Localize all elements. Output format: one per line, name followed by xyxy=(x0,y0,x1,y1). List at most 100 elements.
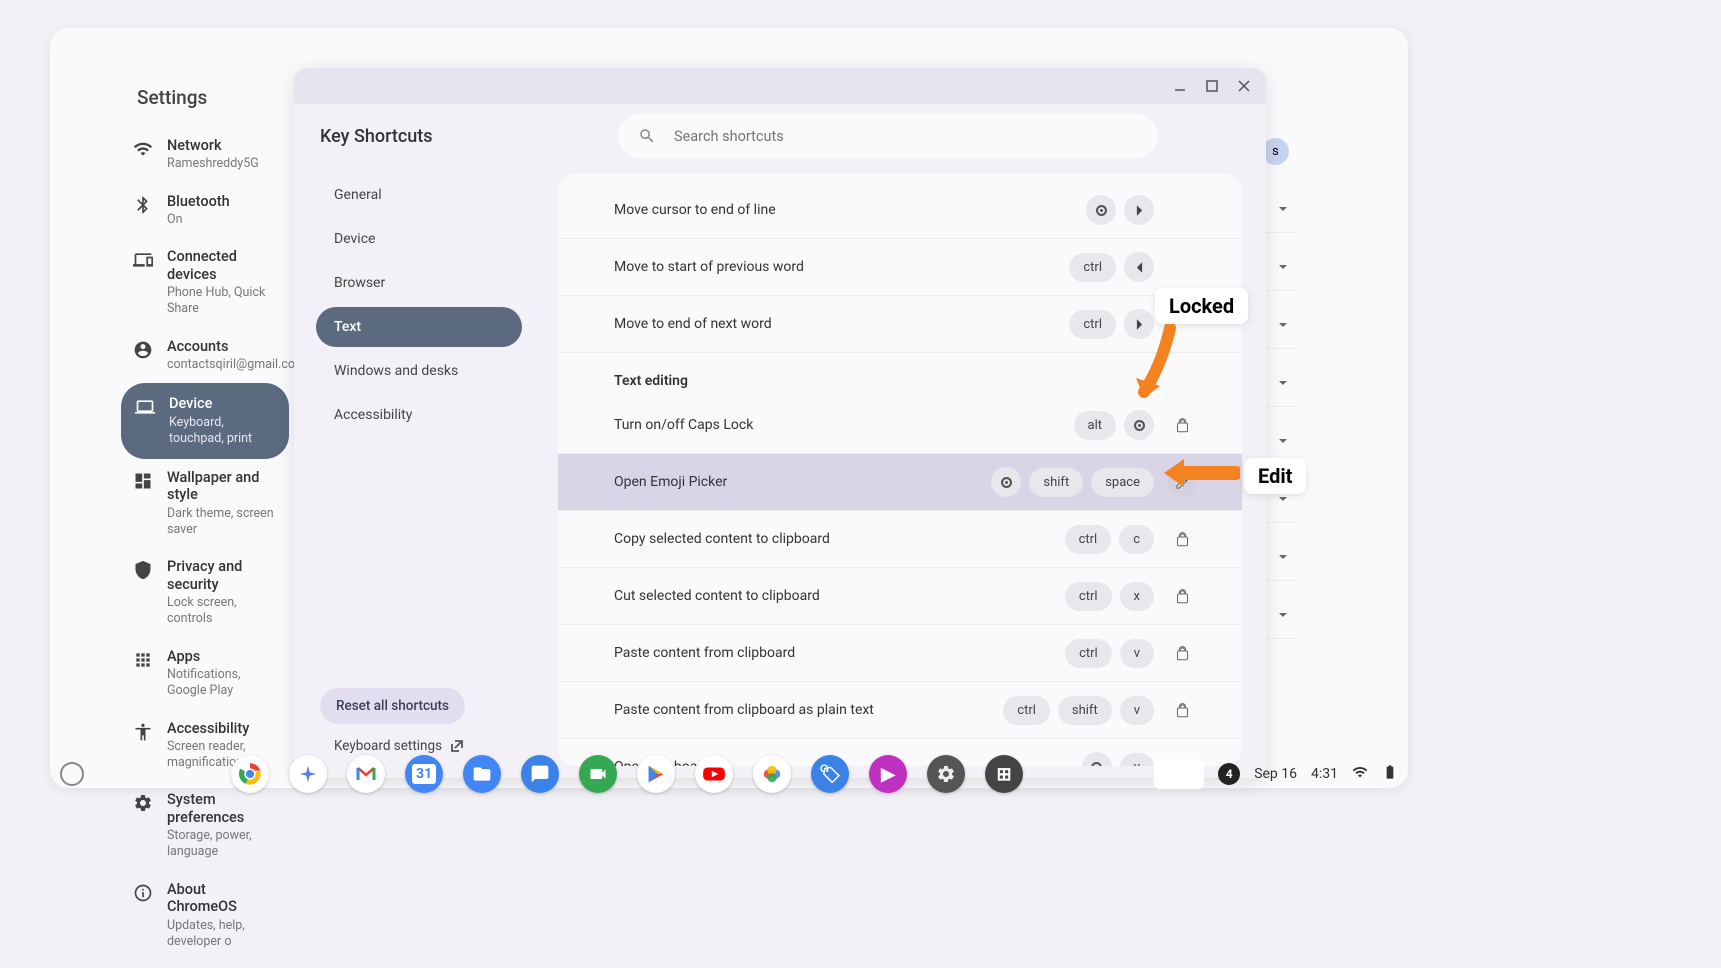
shortcut-row[interactable]: Copy selected content to clipboard ctrlc xyxy=(558,511,1242,568)
shortcut-keys: ctrlc xyxy=(1065,525,1154,554)
shortcut-label: Copy selected content to clipboard xyxy=(614,531,1065,547)
nav-sublabel: Keyboard, touchpad, print xyxy=(169,415,275,448)
shortcut-keys: ctrlx xyxy=(1065,582,1154,611)
shortcut-row[interactable]: Turn on/off Caps Lock alt xyxy=(558,397,1242,454)
nav-label: Network xyxy=(167,137,259,154)
shortcut-keys xyxy=(1086,195,1154,225)
settings-title: Settings xyxy=(115,68,295,127)
shortcut-keys: alt xyxy=(1074,410,1155,440)
shortcut-keys: shiftspace xyxy=(991,467,1154,497)
nav-sublabel: Dark theme, screen saver xyxy=(167,506,277,539)
key-ctrl: ctrl xyxy=(1069,253,1116,282)
settings-nav-about[interactable]: About ChromeOS Updates, help, developer … xyxy=(121,871,289,960)
background-dropdown xyxy=(1262,533,1296,581)
category-browser[interactable]: Browser xyxy=(316,263,522,303)
nav-label: Bluetooth xyxy=(167,193,230,210)
shelf-app-photos[interactable] xyxy=(753,755,791,793)
shortcuts-title: Key Shortcuts xyxy=(316,126,522,147)
holding-space-icon[interactable] xyxy=(1154,759,1204,789)
key-shift: shift xyxy=(1029,468,1083,497)
shelf-app-camera[interactable] xyxy=(579,755,617,793)
status-tray[interactable]: 4 Sep 16 4:31 xyxy=(1154,759,1398,789)
background-dropdown xyxy=(1262,243,1296,291)
shelf-app-settings[interactable] xyxy=(927,755,965,793)
key-ctrl: ctrl xyxy=(1003,696,1050,725)
settings-nav-accounts[interactable]: Accounts contactsqiril@gmail.com xyxy=(121,328,289,384)
shortcut-row[interactable]: Paste content from clipboard as plain te… xyxy=(558,682,1242,739)
settings-nav-wallpaper[interactable]: Wallpaper and style Dark theme, screen s… xyxy=(121,459,289,548)
privacy-icon xyxy=(133,560,153,580)
settings-nav-apps[interactable]: Apps Notifications, Google Play xyxy=(121,638,289,710)
accounts-icon xyxy=(133,340,153,360)
key-v: v xyxy=(1120,696,1154,725)
background-dropdown xyxy=(1262,301,1296,349)
settings-nav-connected[interactable]: Connected devices Phone Hub, Quick Share xyxy=(121,238,289,327)
shelf-app-gemini[interactable] xyxy=(289,755,327,793)
nav-sublabel: Rameshreddy5G xyxy=(167,156,259,172)
status-time: 4:31 xyxy=(1311,766,1338,782)
shortcut-label: Move cursor to end of line xyxy=(614,202,1086,218)
key-ctrl: ctrl xyxy=(1065,639,1112,668)
category-general[interactable]: General xyxy=(316,175,522,215)
category-windows-and-desks[interactable]: Windows and desks xyxy=(316,351,522,391)
shortcut-row[interactable]: Move to start of previous word ctrl xyxy=(558,239,1242,296)
settings-nav-bluetooth[interactable]: Bluetooth On xyxy=(121,183,289,239)
network-icon xyxy=(133,139,153,159)
shelf-app-calendar[interactable]: 31 xyxy=(405,755,443,793)
shelf-app-youtube[interactable] xyxy=(695,755,733,793)
shortcut-label: Turn on/off Caps Lock xyxy=(614,417,1074,433)
shortcut-label: Open Emoji Picker xyxy=(614,474,991,490)
settings-nav-device[interactable]: Device Keyboard, touchpad, print xyxy=(121,383,289,459)
category-accessibility[interactable]: Accessibility xyxy=(316,395,522,435)
nav-sublabel: Notifications, Google Play xyxy=(167,667,277,700)
minimize-button[interactable] xyxy=(1166,72,1194,100)
category-device[interactable]: Device xyxy=(316,219,522,259)
search-input[interactable] xyxy=(674,128,1138,145)
nav-label: About ChromeOS xyxy=(167,881,277,916)
key-shortcuts-window: Key Shortcuts GeneralDeviceBrowserTextWi… xyxy=(294,68,1266,778)
shelf-app-app2[interactable]: ▶ xyxy=(869,755,907,793)
maximize-button[interactable] xyxy=(1198,72,1226,100)
shortcut-row[interactable]: Move cursor to end of line xyxy=(558,182,1242,239)
reset-all-shortcuts-button[interactable]: Reset all shortcuts xyxy=(320,688,465,724)
nav-sublabel: Updates, help, developer o xyxy=(167,918,277,951)
shortcut-row[interactable]: Cut selected content to clipboard ctrlx xyxy=(558,568,1242,625)
shelf-app-messages[interactable] xyxy=(521,755,559,793)
notification-count-badge[interactable]: 4 xyxy=(1218,763,1240,785)
right-arrow-key-icon xyxy=(1124,195,1154,225)
shortcut-keys: ctrlshiftv xyxy=(1003,696,1154,725)
settings-nav-network[interactable]: Network Rameshreddy5G xyxy=(121,127,289,183)
shelf-app-app1[interactable]: 🏷 xyxy=(811,755,849,793)
shelf-app-app3[interactable]: ⊞ xyxy=(985,755,1023,793)
shelf: 31 🏷 ▶ ⊞ 4 Sep 16 4:31 xyxy=(50,750,1408,798)
lock-icon xyxy=(1167,695,1197,725)
nav-label: Apps xyxy=(167,648,277,665)
lock-icon xyxy=(1167,410,1197,440)
shortcut-label: Cut selected content to clipboard xyxy=(614,588,1065,604)
category-text[interactable]: Text xyxy=(316,307,522,347)
shortcut-keys: ctrl xyxy=(1069,252,1154,282)
close-button[interactable] xyxy=(1230,72,1258,100)
lock-icon xyxy=(1167,524,1197,554)
shelf-app-chrome[interactable] xyxy=(231,755,269,793)
key-alt: alt xyxy=(1074,411,1117,440)
nav-label: Device xyxy=(169,395,275,412)
device-icon xyxy=(135,397,155,417)
shelf-app-files[interactable] xyxy=(463,755,501,793)
connected-icon xyxy=(133,250,153,270)
nav-label: Connected devices xyxy=(167,248,277,283)
shelf-app-play[interactable] xyxy=(637,755,675,793)
settings-nav-privacy[interactable]: Privacy and security Lock screen, contro… xyxy=(121,548,289,637)
shelf-app-gmail[interactable] xyxy=(347,755,385,793)
key-ctrl: ctrl xyxy=(1065,582,1112,611)
annotation-arrow-edit xyxy=(1162,455,1240,491)
shortcut-label: Paste content from clipboard as plain te… xyxy=(614,702,1003,718)
shortcut-row[interactable]: Open Emoji Picker shiftspace xyxy=(558,454,1242,511)
nav-label: Privacy and security xyxy=(167,558,277,593)
search-field[interactable] xyxy=(618,114,1158,158)
launcher-button[interactable] xyxy=(60,762,84,786)
shortcut-row[interactable]: Paste content from clipboard ctrlv xyxy=(558,625,1242,682)
nav-sublabel: contactsqiril@gmail.com xyxy=(167,357,277,373)
key-ctrl: ctrl xyxy=(1069,310,1116,339)
nav-label: Accessibility xyxy=(167,720,277,737)
